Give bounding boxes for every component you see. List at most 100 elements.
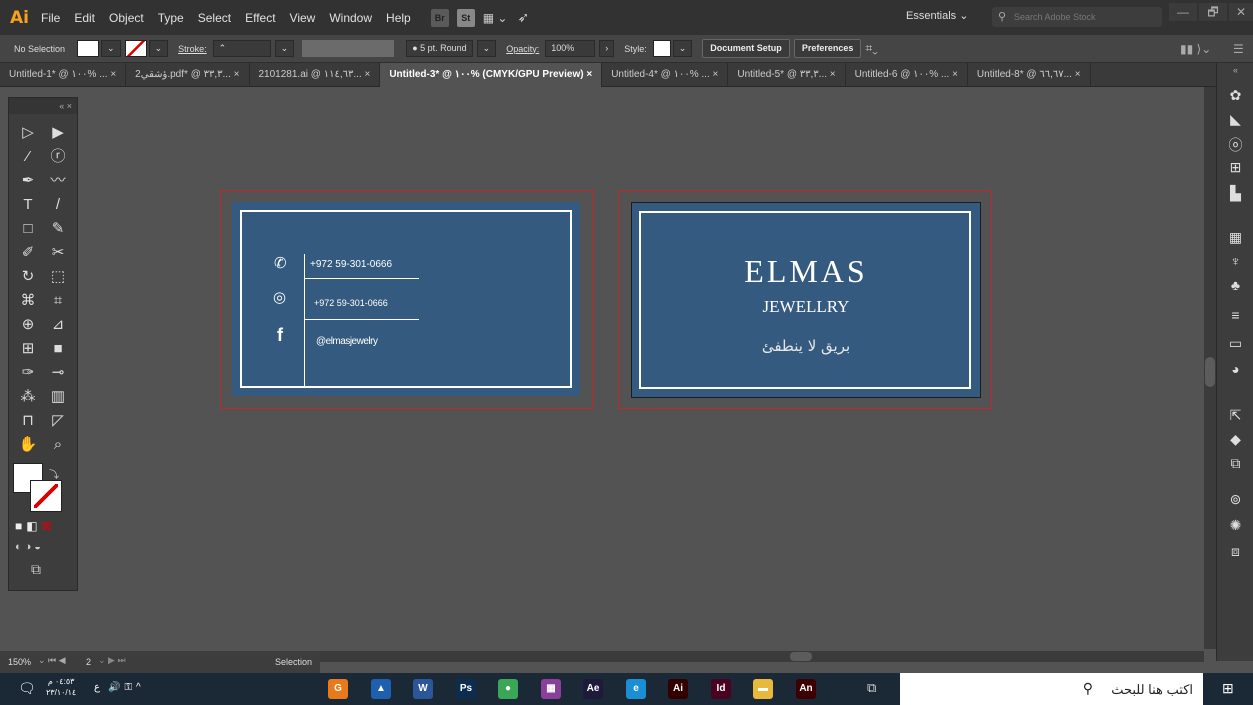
gpu-performance-icon[interactable]: ➶ (517, 9, 529, 26)
business-card-front[interactable]: ELMAS JEWELLRY بريق لا ينطفئ (631, 202, 981, 398)
brushes-icon[interactable]: ♆ (1217, 253, 1253, 269)
photoshop-icon[interactable]: Ps (456, 679, 476, 699)
zoom-tool-icon[interactable]: ⌕ (43, 434, 73, 456)
document-setup-button[interactable]: Document Setup (702, 39, 790, 58)
fill-swatch[interactable] (77, 40, 100, 57)
system-tray-icons[interactable]: 🔊⚿^ (108, 682, 145, 693)
windows-start-icon[interactable]: ⊞ (1222, 680, 1234, 697)
swatches-icon[interactable]: ▦ (1217, 229, 1253, 246)
close-window-button[interactable]: ✕ (1229, 3, 1253, 21)
zoom-dropdown[interactable]: ⌄ ⏮ ◀ (38, 655, 66, 666)
stroke-dropdown[interactable]: ⌄ (148, 40, 169, 57)
horizontal-scrollbar[interactable] (320, 651, 1204, 662)
color-panel-icon[interactable]: ✿ (1217, 87, 1253, 104)
menu-view[interactable]: View (290, 11, 316, 25)
opacity-arrow[interactable]: › (599, 40, 615, 57)
workspace-switcher[interactable]: Essentials ⌄ (906, 9, 968, 22)
align-icon[interactable]: ▙ (1217, 185, 1253, 202)
eyedropper-tool-icon[interactable]: ✑ (13, 362, 43, 384)
business-card-back[interactable]: ✆ ◎ f +972 59-301-0666 +972 59-301-0666 … (232, 202, 580, 396)
stroke-weight-dropdown[interactable]: ⌄ (274, 40, 295, 57)
column-graph-tool-icon[interactable]: ▥ (43, 386, 73, 408)
tab-untitled-1[interactable]: Untitled-1* @ ١٠٠% ... × (0, 63, 127, 87)
blend-tool-icon[interactable]: ⊸ (43, 362, 73, 384)
rectangle-tool-icon[interactable]: □ (13, 218, 43, 240)
variable-width-profile[interactable] (302, 40, 395, 57)
close-icon[interactable]: × (952, 69, 958, 80)
hand-tool-icon[interactable]: ✋ (13, 434, 43, 456)
layers-icon[interactable]: ◆ (1217, 431, 1253, 448)
close-icon[interactable]: × (234, 69, 240, 80)
scissors-tool-icon[interactable]: ✂ (43, 242, 73, 264)
swap-colors-icon[interactable]: ⤵ (49, 466, 59, 481)
zoom-level[interactable]: 150% (8, 657, 31, 667)
close-icon[interactable]: × (713, 69, 719, 80)
paintbrush-tool-icon[interactable]: ✎ (43, 218, 73, 240)
tab-untitled-5[interactable]: Untitled-5* @ ٣٣,٣... × (728, 63, 846, 87)
tab-pdf[interactable]: ؤشقي2.pdf* @ ٣٣,٣... × (126, 63, 250, 87)
bridge-button[interactable]: Br (430, 8, 449, 27)
vertical-scrollbar[interactable] (1204, 87, 1216, 649)
line-tool-icon[interactable]: / (43, 194, 73, 216)
opacity-label[interactable]: Opacity: (506, 44, 539, 54)
page-number[interactable]: 2 (86, 657, 91, 667)
transform-icon[interactable]: ⊞ (1217, 159, 1253, 176)
scale-tool-icon[interactable]: ⬚ (43, 266, 73, 288)
collapse-panels-icon[interactable]: « (1217, 65, 1253, 75)
brush-dropdown[interactable]: ⌄ (476, 40, 497, 57)
mesh-tool-icon[interactable]: ⊞ (13, 338, 43, 360)
artboard-tool-icon[interactable]: ⊓ (13, 410, 43, 432)
menu-object[interactable]: Object (109, 11, 144, 25)
chrome-icon[interactable]: ● (498, 679, 518, 699)
type-tool-icon[interactable]: T (13, 194, 43, 216)
width-tool-icon[interactable]: ⌘ (13, 290, 43, 312)
stroke-color-swatch[interactable] (30, 480, 62, 512)
minimize-button[interactable]: — (1169, 3, 1197, 21)
animate-icon[interactable]: An (796, 679, 816, 699)
export-icon[interactable]: ⇱ (1217, 407, 1253, 424)
lasso-tool-icon[interactable]: ⓡ (43, 146, 73, 168)
pen-tool-icon[interactable]: ✒ (13, 170, 43, 192)
magic-wand-tool-icon[interactable]: ⁄ (13, 146, 43, 168)
page-nav[interactable]: ⌄ ▶ ⏭ (98, 655, 126, 666)
style-dropdown[interactable]: ⌄ (672, 40, 693, 57)
pdf-app-icon[interactable]: G (328, 679, 348, 699)
file-explorer-icon[interactable]: ▬ (753, 679, 773, 699)
transparency-icon[interactable]: ◕ (1217, 361, 1253, 377)
indesign-icon[interactable]: Id (711, 679, 731, 699)
stroke-swatch[interactable] (124, 40, 147, 57)
direct-selection-tool-icon[interactable]: ▶ (43, 122, 73, 144)
shape-builder-tool-icon[interactable]: ⊕ (13, 314, 43, 336)
close-icon[interactable]: × (586, 69, 592, 80)
cc-libraries-icon[interactable]: ⊚ (1217, 491, 1253, 508)
menu-effect[interactable]: Effect (245, 11, 275, 25)
menu-file[interactable]: File (41, 11, 60, 25)
properties-icon[interactable]: ✺ (1217, 517, 1253, 534)
draw-mode-icons[interactable]: ◐◑◒ (15, 541, 44, 553)
tab-untitled-6[interactable]: Untitled-6 @ ١٠٠% ... × (846, 63, 968, 87)
control-menu-icon[interactable]: ☰ (1233, 42, 1244, 56)
menu-window[interactable]: Window (329, 11, 372, 25)
screen-mode-icon[interactable]: ⧉ (31, 561, 41, 578)
restore-button[interactable]: 🗗 (1199, 3, 1227, 21)
menu-select[interactable]: Select (198, 11, 231, 25)
close-icon[interactable]: × (110, 69, 116, 80)
menu-help[interactable]: Help (386, 11, 411, 25)
style-swatch[interactable] (652, 40, 671, 57)
tab-untitled-4[interactable]: Untitled-4* @ ١٠٠% ... × (602, 63, 729, 87)
preferences-button[interactable]: Preferences (793, 39, 862, 58)
taskbar-search-box[interactable]: اكتب هنا للبحث ⚲ (900, 673, 1203, 705)
illustrator-icon[interactable]: Ai (668, 679, 688, 699)
shaper-tool-icon[interactable]: ✐ (13, 242, 43, 264)
stroke-panel-icon[interactable]: ≡ (1217, 307, 1253, 323)
asset-export-icon[interactable]: ⧈ (1217, 543, 1253, 560)
close-icon[interactable]: × (830, 69, 836, 80)
panel-toggle-icon[interactable]: ▮▮ ⟩⌄ (1180, 42, 1211, 56)
stock-button[interactable]: St (456, 8, 475, 27)
document-grid-icon[interactable]: ⌗⌄ (865, 41, 877, 56)
rotate-tool-icon[interactable]: ↻ (13, 266, 43, 288)
notification-icon[interactable]: 🗨 (18, 680, 36, 697)
slice-tool-icon[interactable]: ◸ (43, 410, 73, 432)
tools-panel-header[interactable]: « × (9, 98, 77, 114)
color-mode-icons[interactable]: ■◧⊠ (15, 519, 56, 533)
